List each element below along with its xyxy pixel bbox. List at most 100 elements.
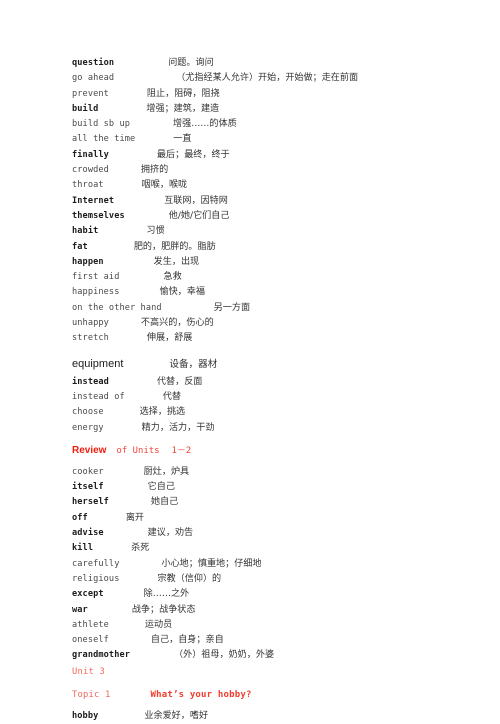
vocabulary-entry: first aid 急救 — [0, 270, 500, 285]
topic-heading: Topic 1 What’s your hobby? — [0, 687, 500, 703]
vocabulary-term: Internet — [72, 195, 115, 206]
vocabulary-entry: finally 最后；最终，终于 — [0, 148, 500, 163]
vocabulary-gloss: 精力，活力，干劲 — [141, 422, 215, 433]
vocabulary-gloss: 小心地；慎重地；仔细地 — [161, 558, 262, 569]
vocabulary-term: build — [72, 103, 99, 114]
vocabulary-entry: go ahead （尤指经某人允许）开始，开始做；走在前面 — [0, 71, 500, 86]
vocabulary-entry: on the other hand 另一方面 — [0, 301, 500, 316]
topic-heading-label: Topic 1 — [72, 689, 111, 700]
vocabulary-gloss: 互联网，因特网 — [164, 195, 228, 206]
vocabulary-entry: happen 发生，出现 — [0, 255, 500, 270]
vocabulary-gloss: 业余爱好，嗜好 — [144, 710, 209, 721]
vocabulary-term: herself — [72, 497, 109, 508]
vocabulary-gloss: 增强……的体质 — [173, 119, 237, 130]
unit-heading: Unit 3 — [0, 664, 500, 680]
vocabulary-list-section-2: instead 代替，反面 instead of 代替 choose 选择，挑选 energ… — [0, 375, 500, 436]
vocabulary-gloss: 增强；建筑，建造 — [146, 103, 220, 114]
vocabulary-gloss: 发生，出现 — [153, 256, 200, 267]
vocabulary-gloss: 运动员 — [144, 619, 173, 630]
vocabulary-term: instead of — [72, 391, 125, 402]
vocabulary-gloss: 战争；战争状态 — [131, 604, 196, 615]
vocabulary-entry: question 问题。询问 — [0, 56, 500, 71]
vocabulary-term: carefully — [72, 558, 120, 569]
vocabulary-term: fat — [72, 241, 88, 252]
vocabulary-term: happen — [72, 256, 104, 267]
vocabulary-gloss: 另一方面 — [213, 302, 251, 313]
vocabulary-term: kill — [72, 543, 94, 554]
vocabulary-term: except — [72, 589, 104, 600]
vocabulary-entry: religious 宗教（信仰）的 — [0, 572, 500, 587]
vocabulary-term: hobby — [72, 710, 99, 721]
vocabulary-gloss: 厨灶，炉具 — [143, 466, 190, 477]
vocabulary-term: off — [72, 512, 88, 523]
vocabulary-term: prevent — [72, 88, 109, 99]
vocabulary-entry: carefully 小心地；慎重地；仔细地 — [0, 557, 500, 572]
review-heading-title: Review — [72, 444, 107, 456]
vocabulary-term: all the time — [72, 134, 136, 145]
vocabulary-list-section-1: question 问题。询问 go ahead （尤指经某人允许）开始，开始做；走在前… — [0, 56, 500, 347]
vocabulary-entry: happiness 愉快，幸福 — [0, 285, 500, 300]
vocabulary-term: happiness — [72, 287, 120, 298]
vocabulary-entry: stretch 伸展，舒展 — [0, 331, 500, 346]
vocabulary-entry: kill 杀死 — [0, 541, 500, 556]
vocabulary-entry: instead of 代替 — [0, 390, 500, 405]
vocabulary-gloss: 代替，反面 — [156, 376, 203, 387]
vocabulary-term: stretch — [72, 333, 109, 344]
vocabulary-term: oneself — [72, 635, 109, 646]
vocabulary-term: instead — [72, 376, 109, 387]
vocabulary-gloss: 设备，器材 — [169, 358, 218, 370]
vocabulary-term: habit — [72, 226, 99, 237]
vocabulary-entry: war 战争；战争状态 — [0, 603, 500, 618]
vocabulary-entry: crowded 拥挤的 — [0, 163, 500, 178]
review-heading: Review of Units 1－2 — [0, 443, 500, 459]
vocabulary-gloss: 杀死 — [131, 543, 150, 554]
vocabulary-gloss: 代替 — [162, 391, 181, 402]
vocabulary-gloss: 最后；最终，终于 — [156, 149, 230, 160]
vocabulary-gloss: 她自己 — [150, 497, 179, 508]
vocabulary-entry: build sb up 增强……的体质 — [0, 117, 500, 132]
vocabulary-entry: energy 精力，活力，干劲 — [0, 421, 500, 436]
vocabulary-entry: grandmother （外）祖母，奶奶，外婆 — [0, 648, 500, 663]
vocabulary-gloss: 除……之外 — [143, 589, 190, 600]
vocabulary-term: throat — [72, 180, 104, 191]
vocabulary-gloss: 离开 — [125, 512, 145, 523]
vocabulary-entry: off 离开 — [0, 511, 500, 526]
vocabulary-term: war — [72, 604, 88, 615]
vocabulary-term: on the other hand — [72, 302, 162, 313]
vocabulary-gloss: （外）祖母，奶奶，外婆 — [174, 650, 275, 661]
vocabulary-term: themselves — [72, 210, 125, 221]
vocabulary-gloss: 不高兴的，伤心的 — [140, 318, 214, 329]
vocabulary-entry: athlete 运动员 — [0, 618, 500, 633]
vocabulary-entry: hobby 业余爱好，嗜好 — [0, 709, 500, 724]
review-heading-units: 1－2 — [171, 445, 192, 456]
vocabulary-gloss: 一直 — [173, 134, 192, 145]
vocabulary-gloss: 选择，挑选 — [139, 407, 186, 418]
unit-heading-label: Unit 3 — [72, 666, 105, 677]
vocabulary-entry: advise 建议，劝告 — [0, 526, 500, 541]
vocabulary-term: itself — [72, 482, 104, 493]
vocabulary-entry: all the time 一直 — [0, 132, 500, 147]
vocabulary-gloss: 宗教（信仰）的 — [157, 573, 222, 584]
vocabulary-gloss: 它自己 — [147, 482, 175, 493]
vocabulary-gloss: 阻止，阻碍，阻挠 — [146, 88, 220, 99]
vocabulary-term: grandmother — [72, 650, 131, 661]
vocabulary-gloss: 肥的，肥胖的。脂肪 — [133, 241, 216, 252]
vocabulary-gloss: 建议，劝告 — [147, 528, 194, 539]
vocabulary-entry: instead 代替，反面 — [0, 375, 500, 390]
vocabulary-entry: Internet 互联网，因特网 — [0, 194, 500, 209]
topic-heading-title: What’s your hobby? — [150, 689, 252, 700]
vocabulary-term: question — [72, 58, 115, 68]
vocabulary-term: crowded — [72, 165, 109, 176]
vocabulary-entry: itself 它自己 — [0, 480, 500, 495]
document-page: question 问题。询问 go ahead （尤指经某人允许）开始，开始做；走在前… — [0, 0, 500, 721]
vocabulary-list-section-3: cooker 厨灶，炉具 itself 它自己 herself 她自己 off 离开 advis… — [0, 465, 500, 664]
vocabulary-entry-equipment: equipment 设备，器材 — [0, 347, 500, 375]
vocabulary-entry: prevent 阻止，阻碍，阻挠 — [0, 87, 500, 102]
vocabulary-term: choose — [72, 407, 104, 418]
vocabulary-gloss: 习惯 — [146, 226, 165, 237]
vocabulary-entry: build 增强；建筑，建造 — [0, 102, 500, 117]
vocabulary-entry: fat 肥的，肥胖的。脂肪 — [0, 240, 500, 255]
vocabulary-term: finally — [72, 149, 109, 160]
vocabulary-gloss: 他/她/它们自己 — [168, 210, 230, 221]
vocabulary-term: go ahead — [72, 73, 115, 84]
